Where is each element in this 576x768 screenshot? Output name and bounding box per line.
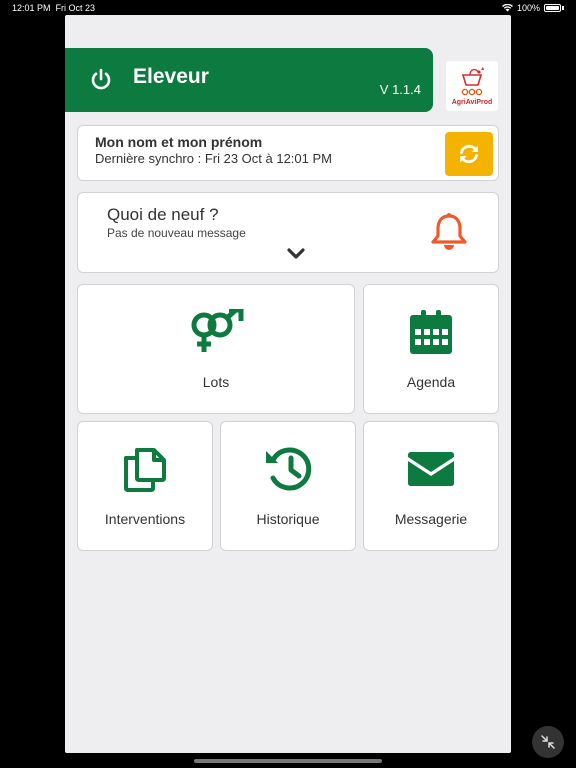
app-window: Eleveur V 1.1.4 AgriAviProd Mon nom et m… [65, 15, 511, 753]
news-title: Quoi de neuf ? [107, 205, 219, 224]
chevron-down-icon[interactable] [287, 248, 305, 259]
user-sync-card: Mon nom et mon prénom Dernière synchro :… [77, 125, 499, 181]
app-header: Eleveur V 1.1.4 [65, 48, 433, 112]
tile-interventions-label: Interventions [104, 511, 186, 527]
calendar-icon [410, 310, 452, 354]
tile-historique[interactable]: Historique [220, 421, 356, 551]
power-icon[interactable] [89, 68, 113, 92]
sync-icon [460, 144, 478, 164]
tile-agenda-label: Agenda [406, 374, 456, 390]
status-date: Fri Oct 23 [55, 3, 96, 13]
tile-interventions[interactable]: Interventions [77, 421, 213, 551]
tile-messagerie-label: Messagerie [394, 511, 468, 527]
history-icon [266, 447, 312, 491]
status-time-date: 12:01 PM Fri Oct 23 [12, 3, 95, 13]
collapse-button[interactable] [532, 726, 564, 758]
logo-text: AgriAviProd [451, 99, 493, 106]
basket-chicken-icon [461, 67, 484, 96]
bell-icon [431, 213, 467, 250]
app-title: Eleveur [133, 65, 209, 88]
news-card[interactable]: Quoi de neuf ? Pas de nouveau message [77, 192, 499, 273]
battery-percent: 100% [516, 3, 540, 13]
copy-icon [124, 448, 166, 492]
home-indicator[interactable] [194, 759, 382, 763]
tile-historique-label: Historique [256, 511, 320, 527]
tile-lots[interactable]: Lots [77, 284, 355, 414]
collapse-arrows-icon [541, 735, 555, 749]
status-time: 12:01 PM [12, 3, 51, 13]
status-right: 100% [501, 3, 564, 13]
app-version: V 1.1.4 [379, 82, 421, 97]
user-name: Mon nom et mon prénom [95, 134, 263, 150]
tile-lots-label: Lots [202, 374, 230, 390]
sync-button[interactable] [445, 132, 493, 176]
tile-messagerie[interactable]: Messagerie [363, 421, 499, 551]
wifi-icon [501, 4, 513, 12]
battery-tip [562, 6, 564, 10]
status-bar: 12:01 PM Fri Oct 23 100% [0, 0, 576, 16]
battery-icon [544, 4, 561, 12]
news-subtitle: Pas de nouveau message [107, 226, 246, 240]
tile-agenda[interactable]: Agenda [363, 284, 499, 414]
envelope-icon [408, 452, 454, 486]
last-sync: Dernière synchro : Fri 23 Oct à 12:01 PM [95, 151, 332, 166]
gender-icon [191, 309, 244, 352]
agriaviprod-logo: AgriAviProd [446, 61, 498, 111]
